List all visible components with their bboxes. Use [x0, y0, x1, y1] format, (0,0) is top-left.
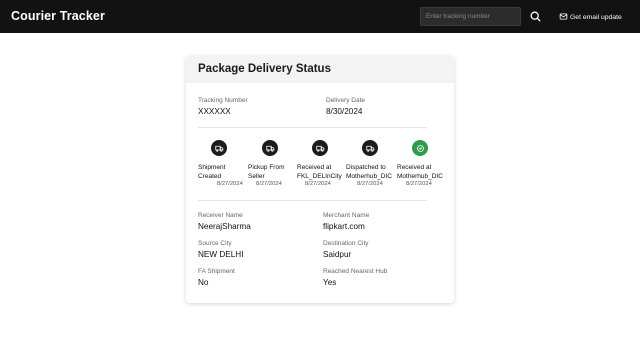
- truck-icon: [365, 145, 374, 152]
- receiver-name-value: NeerajSharma: [198, 222, 251, 231]
- truck-icon: [214, 145, 223, 152]
- delivery-status-card: Package Delivery Status Tracking Number …: [186, 56, 454, 303]
- app-title[interactable]: Courier Tracker: [11, 9, 105, 23]
- top-navbar: Courier Tracker Get email update: [0, 0, 640, 33]
- tracking-number-label: Tracking Number: [198, 97, 248, 104]
- destination-city-label: Destination City: [323, 240, 369, 247]
- step-date: 8/27/2024: [256, 181, 282, 187]
- receiver-name-label: Receiver Name: [198, 212, 243, 219]
- card-header: Package Delivery Status: [186, 56, 454, 83]
- fa-shipment-label: FA Shipment: [198, 268, 235, 275]
- step-date: 8/27/2024: [217, 181, 243, 187]
- step-icon: [262, 140, 278, 156]
- truck-icon: [265, 145, 274, 152]
- destination-city-value: Saidpur: [323, 250, 352, 259]
- step-icon: [211, 140, 227, 156]
- step-icon: [412, 140, 428, 156]
- merchant-name-value: flipkart.com: [323, 222, 365, 231]
- step-icon: [312, 140, 328, 156]
- tracking-number-value: XXXXXX: [198, 107, 231, 116]
- step-date: 8/27/2024: [305, 181, 331, 187]
- mail-icon: [559, 12, 568, 23]
- divider: [198, 127, 427, 128]
- fa-shipment-value: No: [198, 278, 209, 287]
- search-icon[interactable]: [529, 10, 542, 23]
- merchant-name-label: Merchant Name: [323, 212, 370, 219]
- card-title: Package Delivery Status: [198, 63, 331, 75]
- truck-icon: [315, 145, 324, 152]
- divider: [198, 200, 427, 201]
- check-circle-icon: [416, 144, 424, 152]
- tracking-search-input[interactable]: [420, 7, 521, 26]
- step-label: Dispatched to Motherhub_DIC: [346, 164, 392, 180]
- reached-hub-label: Reached Nearest Hub: [323, 268, 388, 275]
- reached-hub-value: Yes: [323, 278, 337, 287]
- delivery-date-value: 8/30/2024: [326, 107, 363, 116]
- source-city-label: Source City: [198, 240, 232, 247]
- email-button-label: Get email update: [570, 13, 622, 21]
- get-email-update-button[interactable]: Get email update: [559, 11, 622, 23]
- step-date: 8/27/2024: [406, 181, 432, 187]
- step-label: Received at Motherhub_DIC: [397, 164, 443, 180]
- delivery-date-label: Delivery Date: [326, 97, 366, 104]
- source-city-value: NEW DELHI: [198, 250, 244, 259]
- step-icon: [362, 140, 378, 156]
- step-date: 8/27/2024: [357, 181, 383, 187]
